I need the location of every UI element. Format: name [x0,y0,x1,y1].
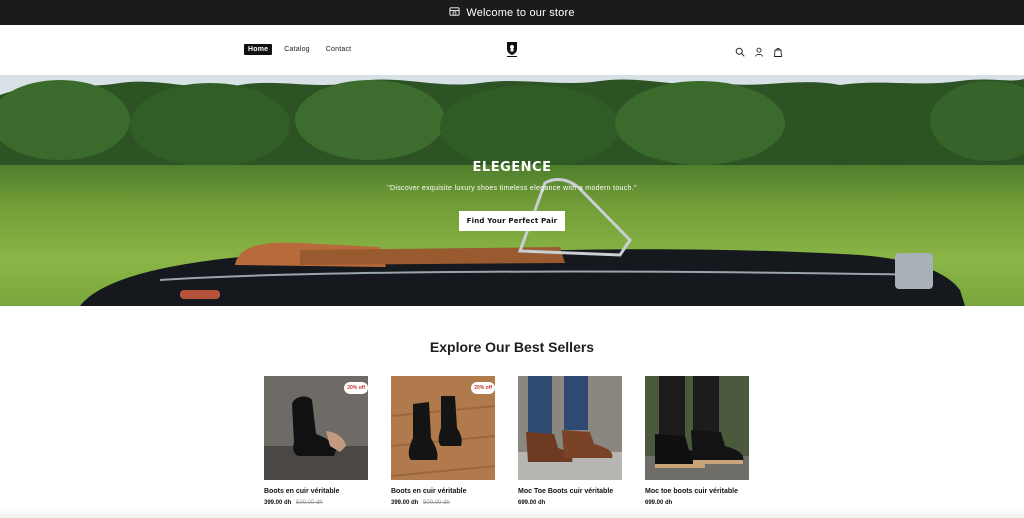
product-name[interactable]: Boots en cuir véritable [391,488,521,495]
compare-price: 500.00 dh [423,500,450,506]
main-nav: Home Catalog Contact [244,44,355,55]
nav-home[interactable]: Home [244,44,273,55]
compare-price: 500.00 dh [296,500,323,506]
shield-logo[interactable] [505,41,519,57]
product-prices: 399.00 dh 500.00 dh [391,500,450,506]
find-pair-button[interactable]: Find Your Perfect Pair [459,211,565,231]
product-image[interactable]: 20% off [264,376,368,480]
product-name[interactable]: Moc toe boots cuir véritable [645,488,775,495]
nav-contact[interactable]: Contact [322,44,356,55]
bottom-fade [0,508,1024,518]
best-sellers-title: Explore Our Best Sellers [429,339,595,355]
product-image[interactable]: 20% off [391,376,495,480]
discount-badge: 20% off [344,382,368,394]
product-price: 699.00 dh [645,500,673,506]
hero-content: ELEGENCE "Discover exquisite luxury shoe… [0,160,1024,195]
product-image[interactable] [645,376,749,480]
product-price: 399.00 dh [264,500,292,506]
store-icon [449,6,460,20]
account-icon[interactable] [754,44,764,57]
announcement-text: Welcome to our store [466,6,575,19]
product-prices: 399.00 dh 500.00 dh [264,500,323,506]
site-header: Home Catalog Contact [0,25,1024,75]
announcement-bar: Welcome to our store [0,0,1024,25]
product-prices: 699.00 dh [518,500,545,506]
hero-title: ELEGENCE [472,160,552,175]
nav-catalog[interactable]: Catalog [280,44,314,55]
header-icons [735,44,783,57]
hero-subtitle: "Discover exquisite luxury shoes timeles… [387,185,637,192]
product-image[interactable] [518,376,622,480]
product-price: 399.00 dh [391,500,419,506]
cart-icon[interactable] [773,44,783,57]
product-name[interactable]: Boots en cuir véritable [264,488,394,495]
product-name[interactable]: Moc Toe Boots cuir véritable [518,488,648,495]
product-price: 699.00 dh [518,500,546,506]
product-prices: 699.00 dh [645,500,672,506]
search-icon[interactable] [735,44,745,57]
discount-badge: 20% off [471,382,495,394]
hero-banner: ELEGENCE "Discover exquisite luxury shoe… [0,75,1024,306]
